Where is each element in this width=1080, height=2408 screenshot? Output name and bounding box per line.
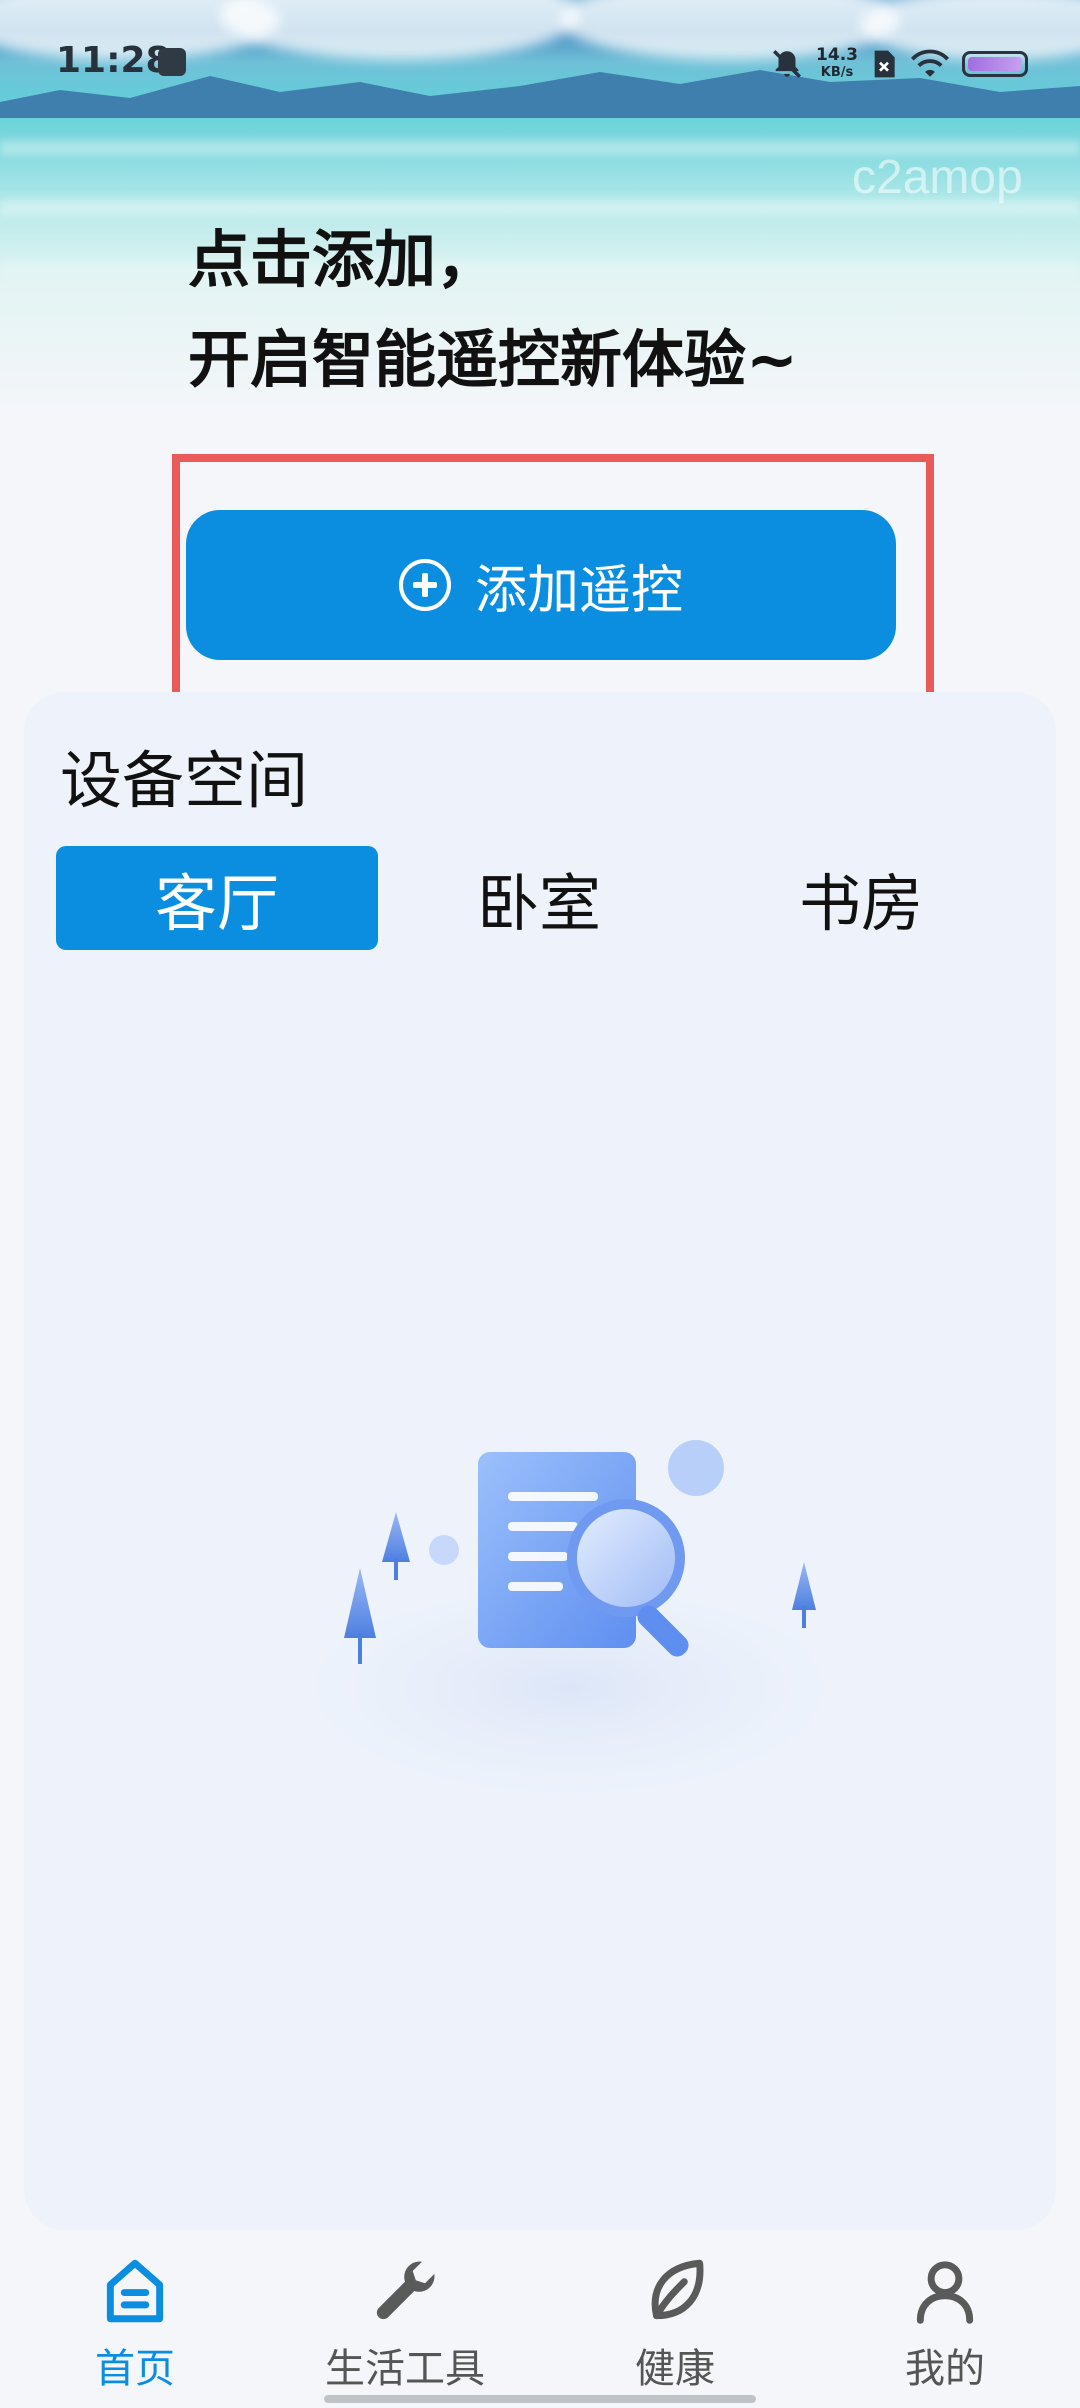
room-tabs: 客厅 卧室 书房 bbox=[56, 846, 1016, 950]
home-gesture-bar[interactable] bbox=[324, 2395, 756, 2403]
nav-home[interactable]: 首页 bbox=[0, 2254, 270, 2394]
nav-health[interactable]: 健康 bbox=[540, 2254, 810, 2394]
bottom-navigation: 首页 生活工具 健康 我的 bbox=[0, 2230, 1080, 2408]
person-icon bbox=[916, 2261, 974, 2324]
nav-health-label: 健康 bbox=[635, 2346, 715, 2392]
device-space-title: 设备空间 bbox=[60, 744, 309, 817]
status-bar: 11:28 14.3 KB/s bbox=[0, 0, 1080, 120]
hero-headline: 点击添加， 开启智能遥控新体验~ bbox=[188, 210, 798, 410]
hero-line-2: 开启智能遥控新体验~ bbox=[188, 323, 798, 396]
notification-app-icon bbox=[158, 48, 186, 76]
nav-home-label: 首页 bbox=[95, 2346, 175, 2392]
battery-icon bbox=[962, 51, 1028, 77]
nav-life-tools-label: 生活工具 bbox=[325, 2346, 485, 2392]
device-space-card: 设备空间 客厅 卧室 书房 bbox=[24, 692, 1056, 2230]
leaf-icon bbox=[651, 2259, 704, 2320]
net-speed-value: 14.3 bbox=[816, 45, 858, 65]
add-remote-label: 添加遥控 bbox=[474, 560, 683, 621]
nav-mine[interactable]: 我的 bbox=[810, 2254, 1080, 2394]
mute-bell-icon bbox=[773, 49, 802, 79]
net-speed: 14.3 KB/s bbox=[816, 46, 858, 82]
status-icons: 14.3 KB/s bbox=[770, 42, 1028, 86]
tab-study[interactable]: 书房 bbox=[700, 846, 1022, 950]
empty-state-illustration bbox=[280, 1440, 860, 1832]
add-remote-button[interactable]: 添加遥控 bbox=[186, 510, 896, 660]
nav-mine-label: 我的 bbox=[905, 2346, 985, 2392]
wifi-icon bbox=[910, 49, 950, 77]
net-speed-unit: KB/s bbox=[820, 65, 854, 80]
tab-bedroom[interactable]: 卧室 bbox=[378, 846, 700, 950]
home-icon bbox=[106, 2259, 164, 2323]
hero-line-1: 点击添加， bbox=[188, 223, 499, 296]
watermark-text: c2amop bbox=[852, 151, 1023, 204]
nav-life-tools[interactable]: 生活工具 bbox=[270, 2254, 540, 2394]
plus-circle-icon bbox=[398, 559, 451, 611]
tab-living-room[interactable]: 客厅 bbox=[56, 846, 378, 950]
wrench-icon bbox=[376, 2261, 435, 2320]
status-time: 11:28 bbox=[56, 40, 171, 81]
sim-off-icon bbox=[874, 50, 895, 78]
